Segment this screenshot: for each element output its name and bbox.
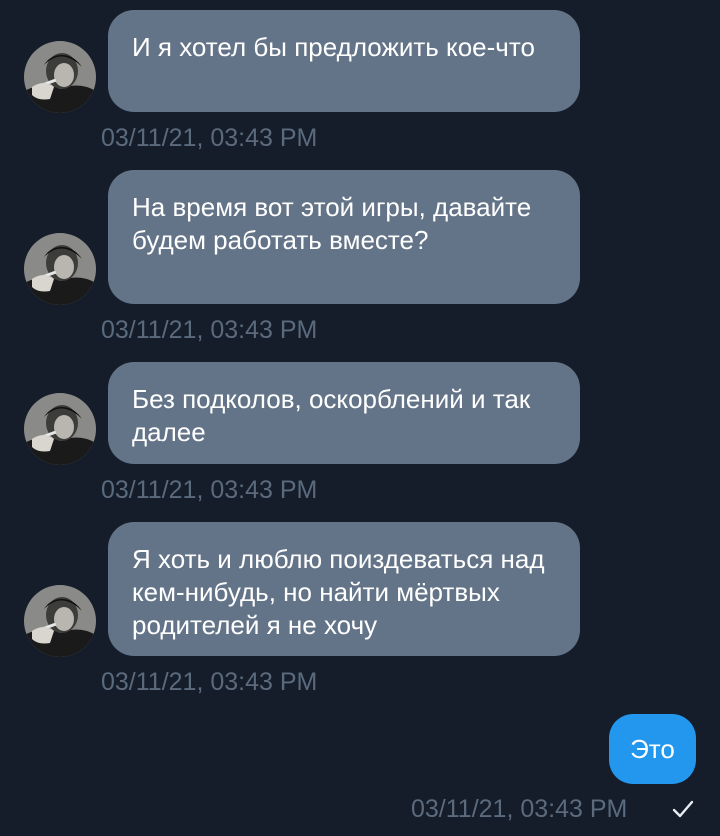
message-bubble[interactable]: Я хоть и люблю поиздеваться над кем-нибу… (108, 522, 580, 656)
avatar[interactable] (24, 233, 96, 305)
avatar-photo-icon (24, 41, 96, 113)
avatar[interactable] (24, 41, 96, 113)
message-text: И я хотел бы предложить кое-что (132, 32, 535, 62)
message-timestamp: 03/11/21, 03:43 PM (101, 476, 318, 504)
message-timestamp: 03/11/21, 03:43 PM (101, 124, 318, 152)
message-bubble[interactable]: И я хотел бы предложить кое-что (108, 10, 580, 112)
message-text: Без подколов, оскорблений и так далее (132, 384, 531, 447)
message-bubble[interactable]: На время вот этой игры, давайте будем ра… (108, 170, 580, 304)
avatar[interactable] (24, 393, 96, 465)
check-icon (672, 800, 694, 818)
message-timestamp: 03/11/21, 03:43 PM (101, 316, 318, 344)
avatar-photo-icon (24, 233, 96, 305)
message-text: Я хоть и люблю поиздеваться над кем-нибу… (132, 544, 545, 640)
avatar-photo-icon (24, 393, 96, 465)
message-bubble[interactable]: Без подколов, оскорблений и так далее (108, 362, 580, 464)
message-text: На время вот этой игры, давайте будем ра… (132, 192, 532, 255)
message-text: Это (630, 734, 675, 764)
outgoing-message-bubble[interactable]: Это (609, 714, 696, 784)
chat-view: И я хотел бы предложить кое-что 03/11/21… (0, 0, 720, 836)
message-timestamp: 03/11/21, 03:43 PM (411, 795, 628, 823)
avatar-photo-icon (24, 585, 96, 657)
message-timestamp: 03/11/21, 03:43 PM (101, 668, 318, 696)
avatar[interactable] (24, 585, 96, 657)
